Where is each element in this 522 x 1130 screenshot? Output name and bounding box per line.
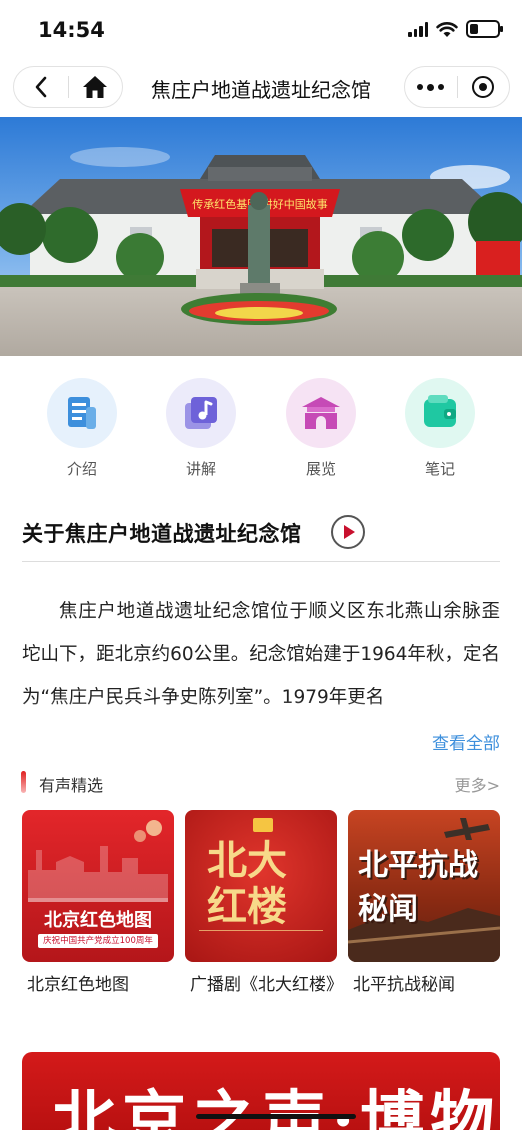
menu-label-intro: 介绍 bbox=[66, 460, 97, 478]
status-icons bbox=[408, 20, 503, 38]
section-title: 有声精选 bbox=[39, 776, 104, 795]
target-icon bbox=[472, 76, 495, 98]
wifi-icon bbox=[436, 21, 458, 37]
music-note-icon bbox=[166, 378, 236, 448]
divider bbox=[22, 561, 500, 562]
menu-item-notes[interactable]: 笔记 bbox=[390, 378, 490, 479]
audio-card[interactable]: 北大红楼 广播剧《北大红楼》 bbox=[185, 810, 343, 999]
menu-label-notes: 笔记 bbox=[424, 460, 455, 478]
card-cover-subtitle: 庆祝中国共产党成立100周年 bbox=[38, 934, 158, 948]
emblem-icon bbox=[253, 818, 273, 832]
card-cover-title: 北大红楼 bbox=[207, 837, 287, 930]
wallet-icon bbox=[405, 378, 475, 448]
nav-capsule-right bbox=[404, 66, 510, 108]
banner-text: 北京之声·博物馆 bbox=[52, 1084, 500, 1130]
signal-icon bbox=[408, 21, 428, 37]
card-title: 北平抗战秘闻 bbox=[353, 975, 455, 995]
nav-bar: 焦庄户地道战遗址纪念馆 bbox=[0, 62, 522, 112]
audio-card[interactable]: 北京红色地图 庆祝中国共产党成立100周年 北京红色地图 bbox=[22, 810, 174, 999]
card-cover-title: 北京红色地图 bbox=[44, 910, 152, 931]
menu-item-guide[interactable]: 讲解 bbox=[151, 378, 251, 479]
card-title: 北京红色地图 bbox=[27, 975, 129, 995]
feature-menu: 介绍 讲解 展览 笔记 bbox=[0, 378, 522, 488]
more-options-button[interactable] bbox=[405, 67, 457, 107]
hero-image[interactable]: 传承红色基因 讲好中国故事 bbox=[0, 117, 522, 356]
section-accent-bar bbox=[21, 771, 26, 793]
card-title: 广播剧《北大红楼》 bbox=[190, 975, 343, 995]
menu-label-guide: 讲解 bbox=[185, 460, 216, 478]
menu-label-exhibition: 展览 bbox=[305, 460, 336, 478]
battery-icon bbox=[466, 20, 503, 38]
menu-item-intro[interactable]: 介绍 bbox=[32, 378, 132, 479]
more-dots-icon bbox=[417, 83, 445, 91]
document-icon bbox=[47, 378, 117, 448]
card-cover: 北京红色地图 庆祝中国共产党成立100周年 bbox=[22, 810, 174, 962]
close-miniprogram-button[interactable] bbox=[458, 67, 510, 107]
text-fade bbox=[22, 700, 500, 724]
status-bar: 14:54 bbox=[0, 0, 522, 60]
about-title: 关于焦庄户地道战遗址纪念馆 bbox=[22, 522, 302, 546]
card-cover: 北平抗战秘闻 bbox=[348, 810, 500, 962]
play-icon bbox=[344, 525, 355, 539]
audio-card[interactable]: 北平抗战秘闻 北平抗战秘闻 bbox=[348, 810, 500, 999]
card-cover-title: 北平抗战秘闻 bbox=[358, 848, 478, 927]
home-indicator[interactable] bbox=[196, 1114, 356, 1119]
menu-item-exhibition[interactable]: 展览 bbox=[271, 378, 371, 479]
more-link[interactable]: 更多> bbox=[455, 772, 500, 796]
pavilion-icon bbox=[286, 378, 356, 448]
view-all-link[interactable]: 查看全部 bbox=[432, 729, 500, 754]
status-time: 14:54 bbox=[38, 18, 105, 42]
card-cover: 北大红楼 bbox=[185, 810, 337, 962]
play-audio-button[interactable] bbox=[331, 515, 365, 549]
